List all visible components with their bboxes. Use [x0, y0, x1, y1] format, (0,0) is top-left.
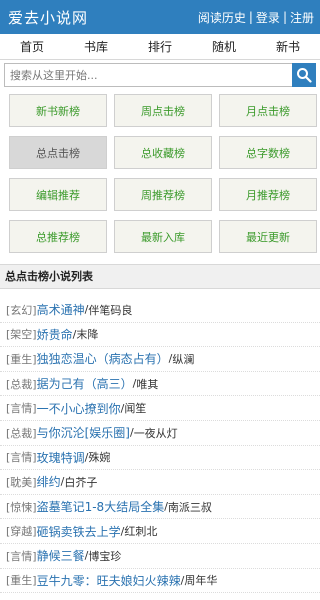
book-author: 一夜从灯	[133, 426, 178, 440]
book-category: [耽美]	[6, 475, 37, 489]
book-title-link[interactable]: 盗墓笔记1-8大结局全集	[37, 498, 165, 515]
rank-total-words[interactable]: 总字数榜	[219, 136, 317, 169]
list-item: [总裁] 与你沉沦[娱乐圈] / 一夜从灯	[0, 421, 320, 446]
book-category: [穿越]	[6, 525, 37, 539]
book-author: 闻笙	[124, 402, 147, 416]
book-title-link[interactable]: 绯约	[37, 473, 61, 490]
rank-weekly-clicks[interactable]: 周点击榜	[114, 94, 212, 127]
register-link[interactable]: 注册	[290, 9, 314, 26]
book-category: [重生]	[6, 352, 37, 366]
book-title-link[interactable]: 静候三餐	[37, 547, 85, 564]
rank-total-favorites[interactable]: 总收藏榜	[114, 136, 212, 169]
site-header: 爱去小说网 阅读历史 | 登录 | 注册	[0, 0, 320, 34]
separator: |	[282, 10, 287, 24]
list-item: [言情] 一不小心撩到你 / 闻笙	[0, 396, 320, 421]
nav-library[interactable]: 书库	[64, 34, 128, 59]
book-list: [玄幻] 高术通神 / 伴笔码良 [架空] 娇贵命 / 末降 [重生] 独独恋温心（病态占有）…	[0, 289, 320, 594]
separator: |	[248, 10, 253, 24]
book-title-link[interactable]: 娇贵命	[37, 326, 73, 343]
search-button[interactable]	[292, 63, 316, 87]
book-title-link[interactable]: 高术通神	[37, 301, 85, 318]
book-author: 红刺北	[124, 525, 158, 539]
ranking-grid: 新书新榜 周点击榜 月点击榜 总点击榜 总收藏榜 总字数榜 编辑推荐 周推荐榜 …	[0, 90, 320, 257]
book-category: [玄幻]	[6, 303, 37, 317]
book-title-link[interactable]: 据为己有（高三）	[37, 375, 133, 392]
book-author: 殊婉	[88, 451, 111, 465]
list-item: [玄幻] 高术通神 / 伴笔码良	[0, 298, 320, 323]
book-author: 南派三叔	[167, 500, 212, 514]
search-icon	[297, 68, 312, 83]
book-category: [言情]	[6, 549, 37, 563]
book-author: 伴笔码良	[88, 303, 133, 317]
book-category: [架空]	[6, 328, 37, 342]
list-item: [总裁] 据为己有（高三） / 唯其	[0, 372, 320, 397]
book-category: [言情]	[6, 402, 37, 416]
rank-monthly-recommend[interactable]: 月推荐榜	[219, 178, 317, 211]
reading-history-link[interactable]: 阅读历史	[198, 9, 246, 26]
site-logo[interactable]: 爱去小说网	[8, 7, 88, 28]
book-title-link[interactable]: 豆牛九零：旺夫娘妇火辣辣	[37, 572, 181, 589]
book-title-link[interactable]: 独独恋温心（病态占有）	[37, 350, 169, 367]
list-item: [重生] 豆牛九零：旺夫娘妇火辣辣 / 周年华	[0, 569, 320, 594]
book-author: 白芥子	[64, 475, 98, 489]
rank-weekly-recommend[interactable]: 周推荐榜	[114, 178, 212, 211]
rank-total-recommend[interactable]: 总推荐榜	[9, 220, 107, 253]
nav-new-books[interactable]: 新书	[256, 34, 320, 59]
list-item: [言情] 静候三餐 / 博宝珍	[0, 544, 320, 569]
nav-ranking[interactable]: 排行	[128, 34, 192, 59]
book-category: [总裁]	[6, 377, 37, 391]
section-title: 总点击榜小说列表	[0, 264, 320, 289]
book-category: [总裁]	[6, 426, 37, 440]
book-author: 纵澜	[172, 352, 195, 366]
nav-random[interactable]: 随机	[192, 34, 256, 59]
login-link[interactable]: 登录	[256, 9, 280, 26]
book-author: 周年华	[184, 574, 218, 588]
book-title-link[interactable]: 一不小心撩到你	[37, 400, 121, 417]
rank-total-clicks[interactable]: 总点击榜	[9, 136, 107, 169]
main-nav: 首页 书库 排行 随机 新书	[0, 34, 320, 60]
rank-editor-picks[interactable]: 编辑推荐	[9, 178, 107, 211]
search-bar	[0, 60, 320, 90]
list-item: [言情] 玫瑰特调 / 殊婉	[0, 446, 320, 471]
rank-monthly-clicks[interactable]: 月点击榜	[219, 94, 317, 127]
list-item: [架空] 娇贵命 / 末降	[0, 323, 320, 348]
list-item: [惊悚] 盗墓笔记1-8大结局全集 / 南派三叔	[0, 495, 320, 520]
book-title-link[interactable]: 砸锅卖铁去上学	[37, 523, 121, 540]
book-author: 唯其	[136, 377, 159, 391]
nav-home[interactable]: 首页	[0, 34, 64, 59]
list-item: [重生] 独独恋温心（病态占有） / 纵澜	[0, 347, 320, 372]
list-item: [耽美] 绯约 / 白芥子	[0, 470, 320, 495]
book-author: 博宝珍	[88, 549, 122, 563]
list-item: [穿越] 砸锅卖铁去上学 / 红刺北	[0, 519, 320, 544]
book-category: [惊悚]	[6, 500, 37, 514]
book-category: [重生]	[6, 574, 37, 588]
rank-new-books[interactable]: 新书新榜	[9, 94, 107, 127]
user-links: 阅读历史 | 登录 | 注册	[198, 9, 314, 26]
book-title-link[interactable]: 玫瑰特调	[37, 449, 85, 466]
book-author: 末降	[76, 328, 99, 342]
book-category: [言情]	[6, 451, 37, 465]
book-title-link[interactable]: 与你沉沦[娱乐圈]	[37, 424, 130, 441]
rank-latest-added[interactable]: 最新入库	[114, 220, 212, 253]
rank-recently-updated[interactable]: 最近更新	[219, 220, 317, 253]
search-input[interactable]	[4, 63, 292, 87]
